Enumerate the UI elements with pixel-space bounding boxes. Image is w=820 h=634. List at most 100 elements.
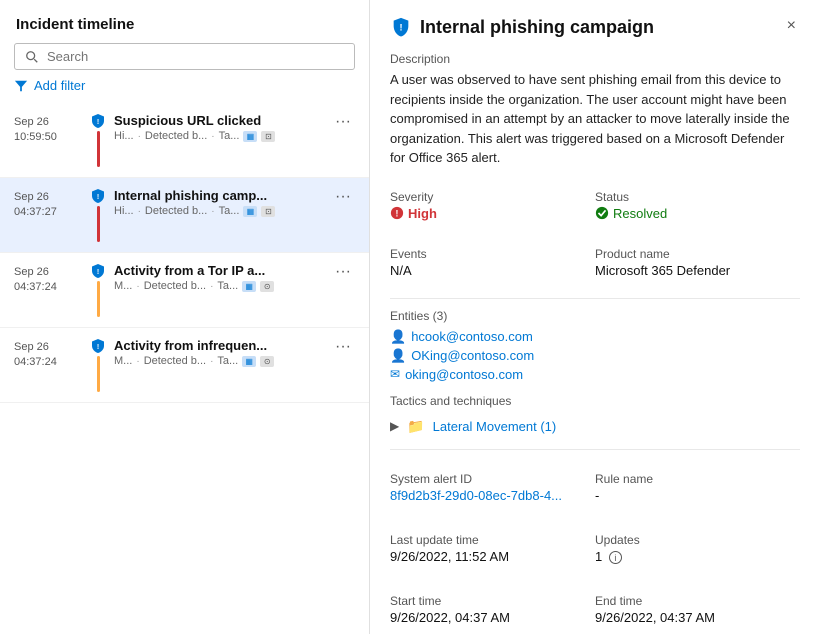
svg-text:!: ! — [97, 119, 99, 126]
item-meta: Hi... · Detected b... · Ta... ▦ ⊡ — [114, 130, 331, 142]
svg-text:!: ! — [97, 269, 99, 276]
mail-icon: ✉ — [390, 367, 400, 381]
entity-link-3[interactable]: ✉ oking@contoso.com — [390, 367, 800, 382]
item-indicator: ! — [90, 188, 106, 242]
system-alert-id-cell: System alert ID 8f9d2b3f-29d0-08ec-7db8-… — [390, 464, 595, 511]
timeline-item[interactable]: Sep 26 04:37:24 ! Activity from infreque… — [0, 328, 369, 403]
monitor-icon: ⊡ — [261, 131, 275, 142]
detail-title-row: ! Internal phishing campaign — [390, 16, 654, 38]
svg-text:!: ! — [97, 194, 99, 201]
chevron-right-icon: ▶ — [390, 419, 399, 433]
status-label: Status — [595, 190, 800, 204]
severity-cell: Severity ! High — [390, 184, 595, 227]
entity-link-2[interactable]: 👤 OKing@contoso.com — [390, 348, 800, 364]
product-name-cell: Product name Microsoft 365 Defender — [595, 241, 800, 284]
folder-icon: 📁 — [407, 418, 424, 435]
detail-panel: ! Internal phishing campaign × Descripti… — [370, 0, 820, 634]
detail-title: Internal phishing campaign — [420, 17, 654, 38]
system-alert-id-value[interactable]: 8f9d2b3f-29d0-08ec-7db8-4... — [390, 488, 590, 503]
item-title: Activity from a Tor IP a... — [114, 263, 284, 278]
tactic-name: Lateral Movement (1) — [433, 419, 557, 434]
shield-icon: ! — [90, 113, 106, 129]
item-content: Activity from a Tor IP a... M... · Detec… — [114, 263, 331, 292]
alert-id-rule-grid: System alert ID 8f9d2b3f-29d0-08ec-7db8-… — [390, 464, 800, 511]
incident-timeline-panel: Incident timeline Add filter Sep 26 10:5… — [0, 0, 370, 634]
person-icon: 👤 — [390, 329, 406, 345]
divider — [390, 298, 800, 299]
end-time-cell: End time 9/26/2022, 04:37 AM — [595, 586, 800, 633]
rule-name-value: - — [595, 488, 800, 503]
product-name-label: Product name — [595, 247, 800, 261]
info-icon[interactable]: i — [609, 551, 622, 564]
item-content: Internal phishing camp... Hi... · Detect… — [114, 188, 331, 217]
severity-bar — [97, 281, 100, 317]
more-button[interactable]: ··· — [331, 263, 355, 281]
more-button[interactable]: ··· — [331, 338, 355, 356]
severity-value: ! High — [390, 206, 595, 221]
status-cell: Status Resolved — [595, 184, 800, 227]
updates-value: 1 i — [595, 549, 800, 565]
timeline-list: Sep 26 10:59:50 ! Suspicious URL clicked… — [0, 103, 369, 634]
events-cell: Events N/A — [390, 241, 595, 284]
monitor-icon: ⊡ — [261, 206, 275, 217]
start-time-value: 9/26/2022, 04:37 AM — [390, 610, 595, 625]
severity-label: Severity — [390, 190, 595, 204]
tag-icon: ▦ — [242, 281, 256, 292]
shield-icon: ! — [90, 188, 106, 204]
monitor-icon: ⊙ — [260, 281, 274, 292]
end-time-value: 9/26/2022, 04:37 AM — [595, 610, 800, 625]
timeline-item[interactable]: Sep 26 04:37:24 ! Activity from a Tor IP… — [0, 253, 369, 328]
events-value: N/A — [390, 263, 595, 278]
close-button[interactable]: × — [783, 16, 800, 36]
start-time-label: Start time — [390, 594, 595, 608]
item-time: Sep 26 10:59:50 — [14, 113, 82, 146]
monitor-icon: ⊙ — [260, 356, 274, 367]
item-content: Suspicious URL clicked Hi... · Detected … — [114, 113, 331, 142]
entity-link-1[interactable]: 👤 hcook@contoso.com — [390, 329, 800, 345]
shield-icon: ! — [90, 338, 106, 354]
last-update-label: Last update time — [390, 533, 595, 547]
last-update-value: 9/26/2022, 11:52 AM — [390, 549, 595, 564]
filter-label: Add filter — [34, 78, 85, 93]
resolved-icon — [595, 206, 609, 220]
panel-title: Incident timeline — [0, 8, 369, 43]
item-time: Sep 26 04:37:24 — [14, 338, 82, 371]
item-content: Activity from infrequen... M... · Detect… — [114, 338, 331, 367]
item-indicator: ! — [90, 263, 106, 317]
high-severity-icon: ! — [390, 206, 404, 220]
shield-icon: ! — [90, 263, 106, 279]
more-button[interactable]: ··· — [331, 113, 355, 131]
rule-name-label: Rule name — [595, 472, 800, 486]
severity-bar — [97, 131, 100, 167]
entities-label: Entities (3) — [390, 309, 800, 323]
events-product-grid: Events N/A Product name Microsoft 365 De… — [390, 241, 800, 284]
tactics-label: Tactics and techniques — [390, 394, 800, 408]
product-name-value: Microsoft 365 Defender — [595, 263, 800, 278]
end-time-label: End time — [595, 594, 800, 608]
item-meta: M... · Detected b... · Ta... ▦ ⊙ — [114, 280, 331, 292]
item-indicator: ! — [90, 113, 106, 167]
updates-cell: Updates 1 i — [595, 525, 800, 573]
description-label: Description — [390, 52, 800, 66]
add-filter-button[interactable]: Add filter — [14, 78, 355, 93]
item-title: Internal phishing camp... — [114, 188, 284, 203]
search-input[interactable] — [47, 49, 344, 64]
tag-icon: ▦ — [243, 131, 257, 142]
updates-label: Updates — [595, 533, 800, 547]
last-update-cell: Last update time 9/26/2022, 11:52 AM — [390, 525, 595, 573]
events-label: Events — [390, 247, 595, 261]
rule-name-cell: Rule name - — [595, 464, 800, 511]
more-button[interactable]: ··· — [331, 188, 355, 206]
timeline-item[interactable]: Sep 26 04:37:27 ! Internal phishing camp… — [0, 178, 369, 253]
item-title: Activity from infrequen... — [114, 338, 284, 353]
timeline-item[interactable]: Sep 26 10:59:50 ! Suspicious URL clicked… — [0, 103, 369, 178]
start-end-time-grid: Start time 9/26/2022, 04:37 AM End time … — [390, 586, 800, 633]
detail-header: ! Internal phishing campaign × — [390, 16, 800, 38]
detail-shield-icon: ! — [390, 16, 412, 38]
update-time-grid: Last update time 9/26/2022, 11:52 AM Upd… — [390, 525, 800, 573]
item-meta: M... · Detected b... · Ta... ▦ ⊙ — [114, 355, 331, 367]
tactic-row[interactable]: ▶ 📁 Lateral Movement (1) — [390, 414, 800, 439]
item-title: Suspicious URL clicked — [114, 113, 284, 128]
search-bar[interactable] — [14, 43, 355, 70]
severity-status-grid: Severity ! High Status Resolved — [390, 184, 800, 227]
